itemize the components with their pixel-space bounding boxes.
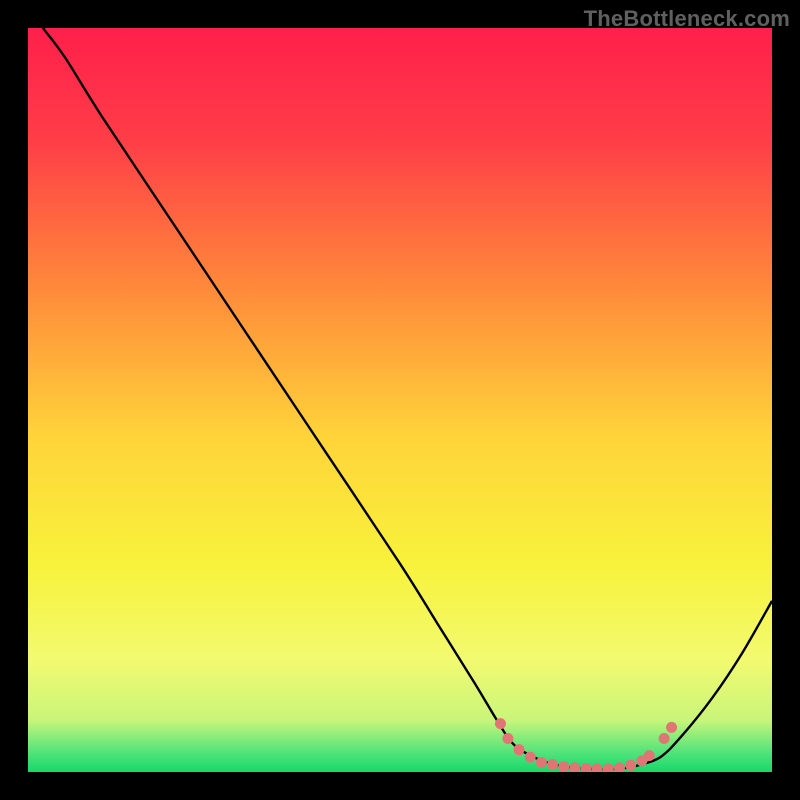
marker-dot: [514, 744, 525, 755]
plot-area: [28, 28, 772, 772]
chart-stage: TheBottleneck.com: [0, 0, 800, 800]
marker-dot: [666, 722, 677, 733]
marker-dot: [659, 733, 670, 744]
marker-dot: [495, 718, 506, 729]
chart-svg: [28, 28, 772, 772]
watermark-text: TheBottleneck.com: [584, 6, 790, 32]
marker-dot: [558, 761, 569, 772]
marker-dot: [536, 757, 547, 768]
marker-dot: [644, 750, 655, 761]
marker-dot: [625, 760, 636, 771]
marker-dot: [502, 733, 513, 744]
marker-dot: [525, 752, 536, 763]
gradient-rect: [28, 28, 772, 772]
marker-dot: [547, 759, 558, 770]
